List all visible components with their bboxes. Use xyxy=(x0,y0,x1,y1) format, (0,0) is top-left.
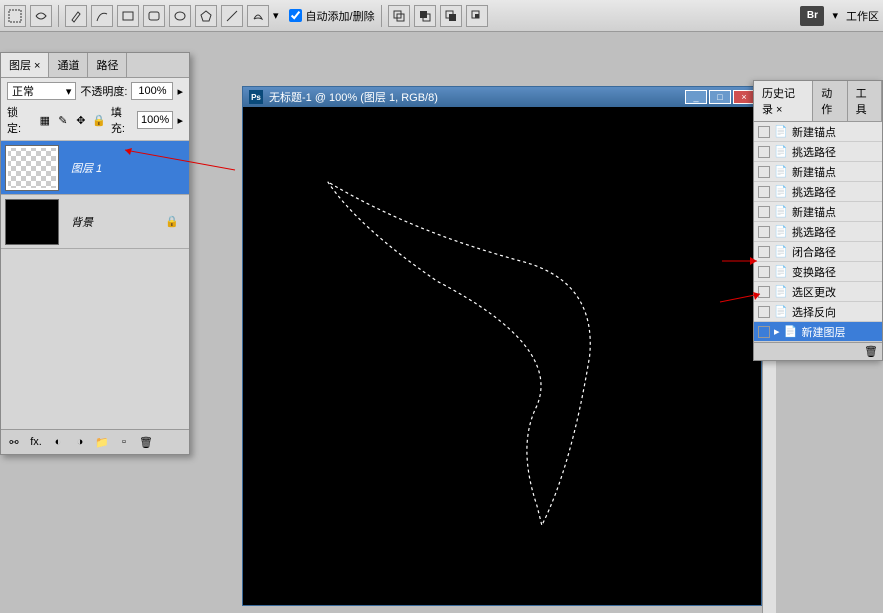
history-item[interactable]: 📄新建锚点 xyxy=(754,162,882,182)
chevron-right-icon[interactable]: ▸ xyxy=(177,114,183,127)
lock-label: 锁定: xyxy=(7,104,29,136)
panel-tabs: 历史记录 × 动作 工具 xyxy=(754,81,882,122)
lock-image-icon[interactable]: ✎ xyxy=(55,112,71,128)
separator xyxy=(58,5,59,27)
trash-icon[interactable]: 🗑 xyxy=(137,434,155,450)
opacity-label: 不透明度: xyxy=(80,83,127,99)
history-state-icon: 📄 xyxy=(774,165,788,179)
link-layers-icon[interactable]: ⚯ xyxy=(5,434,23,450)
layer-item[interactable]: 图层 1 xyxy=(1,141,189,195)
chevron-down-icon[interactable]: ▾ xyxy=(832,9,838,22)
options-bar: ▾ 自动添加/删除 Br ▾ 工作区 xyxy=(0,0,883,32)
rect-shape-icon[interactable] xyxy=(117,5,139,27)
history-item[interactable]: 📄挑选路径 xyxy=(754,142,882,162)
tab-layers[interactable]: 图层 × xyxy=(1,53,49,77)
history-state-icon: 📄 xyxy=(774,185,788,199)
history-state-icon: 📄 xyxy=(774,285,788,299)
layer-name[interactable]: 背景 xyxy=(63,214,165,230)
history-panel: 历史记录 × 动作 工具 📄新建锚点 📄挑选路径 📄新建锚点 📄挑选路径 📄新建… xyxy=(753,80,883,361)
history-state-icon: 📄 xyxy=(774,205,788,219)
new-layer-icon[interactable]: ▫ xyxy=(115,434,133,450)
opacity-value[interactable]: 100% xyxy=(131,82,173,100)
history-state-icon: 📄 xyxy=(774,305,788,319)
document-titlebar[interactable]: Ps 无标题-1 @ 100% (图层 1, RGB/8) _ □ × xyxy=(243,87,761,107)
document-window: Ps 无标题-1 @ 100% (图层 1, RGB/8) _ □ × xyxy=(242,86,762,606)
trash-icon[interactable]: 🗑 xyxy=(864,345,878,358)
path-op-1-icon[interactable] xyxy=(388,5,410,27)
lock-transparency-icon[interactable]: ▦ xyxy=(37,112,53,128)
history-item[interactable]: 📄新建锚点 xyxy=(754,122,882,142)
layers-panel-footer: ⚯ fx. ◐ ◑ 📁 ▫ 🗑 xyxy=(1,429,189,454)
tab-tools[interactable]: 工具 xyxy=(848,81,882,121)
minimize-button[interactable]: _ xyxy=(685,90,707,104)
rect-marquee-icon[interactable] xyxy=(4,5,26,27)
fill-value[interactable]: 100% xyxy=(137,111,174,129)
path-op-3-icon[interactable] xyxy=(440,5,462,27)
lock-all-icon[interactable]: 🔒 xyxy=(91,112,107,128)
fx-icon[interactable]: fx. xyxy=(27,434,45,450)
close-button[interactable]: × xyxy=(733,90,755,104)
history-item[interactable]: 📄新建锚点 xyxy=(754,202,882,222)
pen-icon[interactable] xyxy=(65,5,87,27)
history-item[interactable]: 📄闭合路径 xyxy=(754,242,882,262)
line-icon[interactable] xyxy=(221,5,243,27)
chevron-down-icon[interactable]: ▾ xyxy=(273,9,279,22)
history-state-icon: 📄 xyxy=(784,325,798,339)
ps-icon: Ps xyxy=(249,90,263,104)
layer-name[interactable]: 图层 1 xyxy=(63,160,189,176)
polygon-icon[interactable] xyxy=(195,5,217,27)
layer-thumbnail[interactable] xyxy=(5,199,59,245)
lock-icon: 🔒 xyxy=(165,215,181,228)
history-item[interactable]: 📄选区更改 xyxy=(754,282,882,302)
selection-marquee xyxy=(328,182,591,526)
history-item[interactable]: 📄变换路径 xyxy=(754,262,882,282)
history-item[interactable]: 📄挑选路径 xyxy=(754,222,882,242)
document-canvas[interactable] xyxy=(243,107,761,605)
shape-pen-icon[interactable] xyxy=(30,5,52,27)
ellipse-icon[interactable] xyxy=(169,5,191,27)
blend-mode-dropdown[interactable]: 正常▾ xyxy=(7,82,76,100)
rounded-rect-icon[interactable] xyxy=(143,5,165,27)
history-list: 📄新建锚点 📄挑选路径 📄新建锚点 📄挑选路径 📄新建锚点 📄挑选路径 📄闭合路… xyxy=(754,122,882,342)
tab-paths[interactable]: 路径 xyxy=(88,53,127,77)
chevron-right-icon[interactable]: ▸ xyxy=(177,85,183,98)
document-title: 无标题-1 @ 100% (图层 1, RGB/8) xyxy=(269,89,683,105)
freeform-pen-icon[interactable] xyxy=(91,5,113,27)
tab-channels[interactable]: 通道 xyxy=(49,53,88,77)
layer-thumbnail[interactable] xyxy=(5,145,59,191)
history-state-icon: 📄 xyxy=(774,125,788,139)
layers-panel: 图层 × 通道 路径 正常▾ 不透明度: 100% ▸ 锁定: ▦ ✎ ✥ 🔒 … xyxy=(0,52,190,455)
layer-list: 图层 1 背景 🔒 xyxy=(1,141,189,249)
path-op-4-icon[interactable] xyxy=(466,5,488,27)
path-op-2-icon[interactable] xyxy=(414,5,436,27)
workspace-label[interactable]: 工作区 xyxy=(846,8,879,24)
history-item[interactable]: 📄选择反向 xyxy=(754,302,882,322)
separator xyxy=(381,5,382,27)
mask-icon[interactable]: ◐ xyxy=(49,434,67,450)
auto-add-delete-input[interactable] xyxy=(289,9,302,22)
bridge-icon[interactable]: Br xyxy=(800,6,824,26)
layer-list-empty xyxy=(1,249,189,429)
history-item[interactable]: ▸📄新建图层 xyxy=(754,322,882,342)
history-state-icon: 📄 xyxy=(774,145,788,159)
layer-item[interactable]: 背景 🔒 xyxy=(1,195,189,249)
tab-actions[interactable]: 动作 xyxy=(813,81,847,121)
tab-history[interactable]: 历史记录 × xyxy=(754,81,813,121)
folder-icon[interactable]: 📁 xyxy=(93,434,111,450)
auto-add-delete-checkbox[interactable]: 自动添加/删除 xyxy=(289,8,375,24)
current-marker-icon: ▸ xyxy=(774,325,780,338)
panel-tabs: 图层 × 通道 路径 xyxy=(1,53,189,78)
history-panel-footer: 🗑 xyxy=(754,342,882,360)
fill-label: 填充: xyxy=(111,104,133,136)
history-state-icon: 📄 xyxy=(774,265,788,279)
history-state-icon: 📄 xyxy=(774,225,788,239)
adjustment-icon[interactable]: ◑ xyxy=(71,434,89,450)
maximize-button[interactable]: □ xyxy=(709,90,731,104)
custom-shape-icon[interactable] xyxy=(247,5,269,27)
history-item[interactable]: 📄挑选路径 xyxy=(754,182,882,202)
history-state-icon: 📄 xyxy=(774,245,788,259)
lock-position-icon[interactable]: ✥ xyxy=(73,112,89,128)
auto-add-delete-label: 自动添加/删除 xyxy=(306,8,375,24)
